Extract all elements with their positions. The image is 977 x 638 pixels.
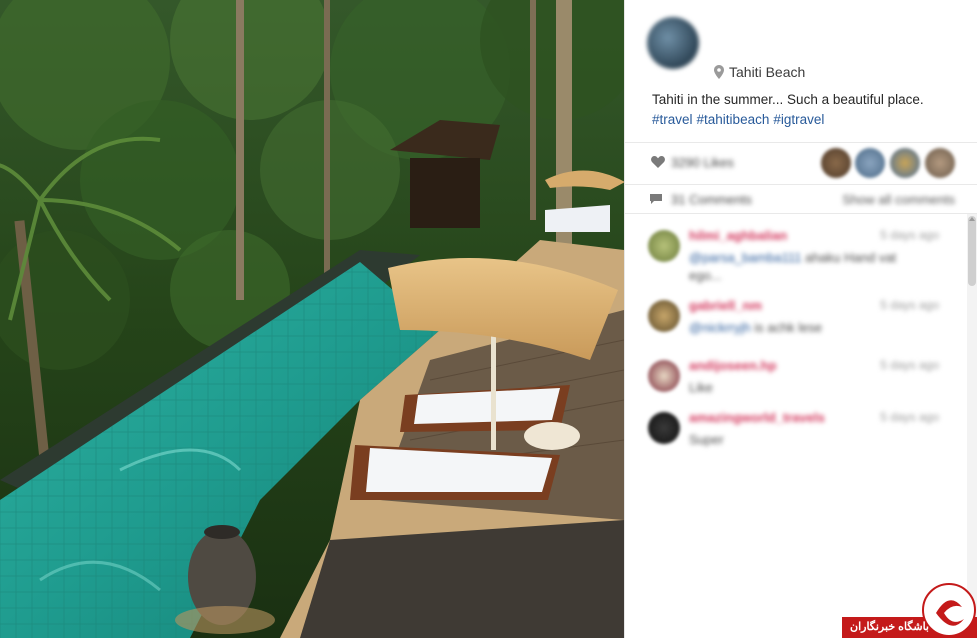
- comment-bubble-icon: [650, 194, 662, 204]
- comment-time: 5 days ago: [880, 410, 939, 424]
- location-name[interactable]: Tahiti Beach: [729, 64, 805, 80]
- divider: [625, 184, 977, 185]
- comment-text: @nickrryjh is achk lese: [689, 319, 929, 337]
- comment-item: gabriell_nm 5 days ago @nickrryjh is ach…: [625, 292, 977, 352]
- commenter-avatar[interactable]: [648, 230, 680, 262]
- commenter-avatar[interactable]: [648, 300, 680, 332]
- post-details-panel: Tahiti Beach Tahiti in the summer... Suc…: [624, 0, 977, 638]
- comment-mention[interactable]: @nickrryjh: [689, 320, 751, 335]
- heart-icon[interactable]: [651, 156, 665, 168]
- location-pin-icon: [714, 65, 724, 79]
- hashtag-link[interactable]: #travel: [652, 112, 693, 127]
- comment-username[interactable]: amazingworld_travels: [689, 410, 825, 425]
- comment-time: 5 days ago: [880, 298, 939, 312]
- likes-count[interactable]: 3290 Likes: [671, 155, 734, 170]
- comment-text: Like: [689, 379, 929, 397]
- comment-mention[interactable]: @parsa_bamba111: [689, 250, 801, 265]
- comment-item: hilmi_aghbalian 5 days ago @parsa_bamba1…: [625, 222, 977, 285]
- comment-body: is achk lese: [754, 320, 823, 335]
- comments-row: 31 Comments Show all comments: [625, 186, 977, 214]
- comment-time: 5 days ago: [880, 358, 939, 372]
- comment-username[interactable]: hilmi_aghbalian: [689, 228, 787, 243]
- scrollbar-thumb[interactable]: [968, 216, 976, 286]
- hashtag-link[interactable]: #tahitibeach: [697, 112, 770, 127]
- post-header: Tahiti Beach: [625, 0, 977, 88]
- news-watermark: باشگاه خبرنگاران: [842, 583, 977, 638]
- photo-illustration: [0, 0, 624, 638]
- hashtag-list: #travel #tahitibeach #igtravel: [652, 110, 962, 130]
- comment-username[interactable]: andijoseen.hp: [689, 358, 776, 373]
- commenter-avatar[interactable]: [648, 412, 680, 444]
- likes-row: 3290 Likes: [625, 143, 977, 183]
- liker-avatar[interactable]: [821, 148, 851, 178]
- comment-text: Super: [689, 431, 929, 449]
- author-avatar[interactable]: [647, 17, 699, 69]
- liker-avatar[interactable]: [925, 148, 955, 178]
- post-photo[interactable]: [0, 0, 624, 638]
- liker-avatar[interactable]: [890, 148, 920, 178]
- logo-icon: [922, 583, 976, 637]
- comment-username[interactable]: gabriell_nm: [689, 298, 762, 313]
- show-all-comments-link[interactable]: Show all comments: [842, 192, 955, 207]
- liker-avatar[interactable]: [855, 148, 885, 178]
- commenter-avatar[interactable]: [648, 360, 680, 392]
- location-tag[interactable]: Tahiti Beach: [714, 64, 805, 80]
- scroll-up-icon[interactable]: [969, 216, 975, 222]
- comment-item: amazingworld_travels 5 days ago Super: [625, 404, 977, 464]
- comment-item: andijoseen.hp 5 days ago Like: [625, 352, 977, 412]
- divider: [625, 213, 977, 214]
- comment-time: 5 days ago: [880, 228, 939, 242]
- comments-count: 31 Comments: [671, 192, 752, 207]
- caption-text: Tahiti in the summer... Such a beautiful…: [652, 92, 924, 107]
- watermark-text: باشگاه خبرنگاران: [850, 621, 929, 633]
- comment-text: @parsa_bamba111 ahaku Hand vat ego...: [689, 249, 929, 285]
- comment-body: Super: [689, 432, 724, 447]
- hashtag-link[interactable]: #igtravel: [773, 112, 824, 127]
- comment-body: Like: [689, 380, 713, 395]
- post-caption: Tahiti in the summer... Such a beautiful…: [652, 90, 962, 130]
